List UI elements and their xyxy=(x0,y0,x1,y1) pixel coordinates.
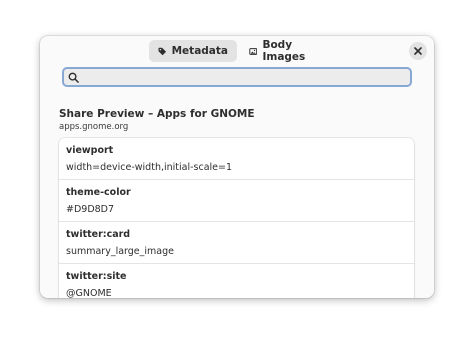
metadata-key: twitter:site xyxy=(66,271,127,282)
metadata-key: twitter:card xyxy=(66,229,131,240)
metadata-row[interactable]: twitter:site @GNOME xyxy=(59,264,414,298)
metadata-list: viewport width=device-width,initial-scal… xyxy=(59,138,414,298)
metadata-key: theme-color xyxy=(66,187,131,198)
metadata-row[interactable]: theme-color #D9D8D7 xyxy=(59,180,414,222)
page-title: Share Preview – Apps for GNOME xyxy=(59,108,255,120)
metadata-row[interactable]: twitter:card summary_large_image xyxy=(59,222,414,264)
search-icon xyxy=(68,72,79,83)
tab-metadata[interactable]: Metadata xyxy=(149,40,237,62)
tag-icon xyxy=(158,47,167,55)
metadata-row[interactable]: viewport width=device-width,initial-scal… xyxy=(59,138,414,180)
tab-metadata-label: Metadata xyxy=(171,45,228,57)
metadata-key: viewport xyxy=(66,145,114,156)
share-preview-window: Metadata Body Images Share Preview – App… xyxy=(40,36,434,298)
search-field[interactable] xyxy=(62,67,412,87)
close-button[interactable] xyxy=(409,42,427,60)
search-input[interactable] xyxy=(83,69,410,85)
metadata-value: #D9D8D7 xyxy=(66,204,115,215)
metadata-value: summary_large_image xyxy=(66,246,174,257)
metadata-value: @GNOME xyxy=(66,288,112,298)
metadata-value: width=device-width,initial-scale=1 xyxy=(66,162,233,173)
tab-body-images-label: Body Images xyxy=(262,39,306,63)
page-url: apps.gnome.org xyxy=(59,122,129,132)
tab-body-images[interactable]: Body Images xyxy=(240,39,330,63)
header-bar: Metadata Body Images xyxy=(40,36,434,64)
image-icon xyxy=(249,47,258,55)
close-icon xyxy=(414,47,422,55)
